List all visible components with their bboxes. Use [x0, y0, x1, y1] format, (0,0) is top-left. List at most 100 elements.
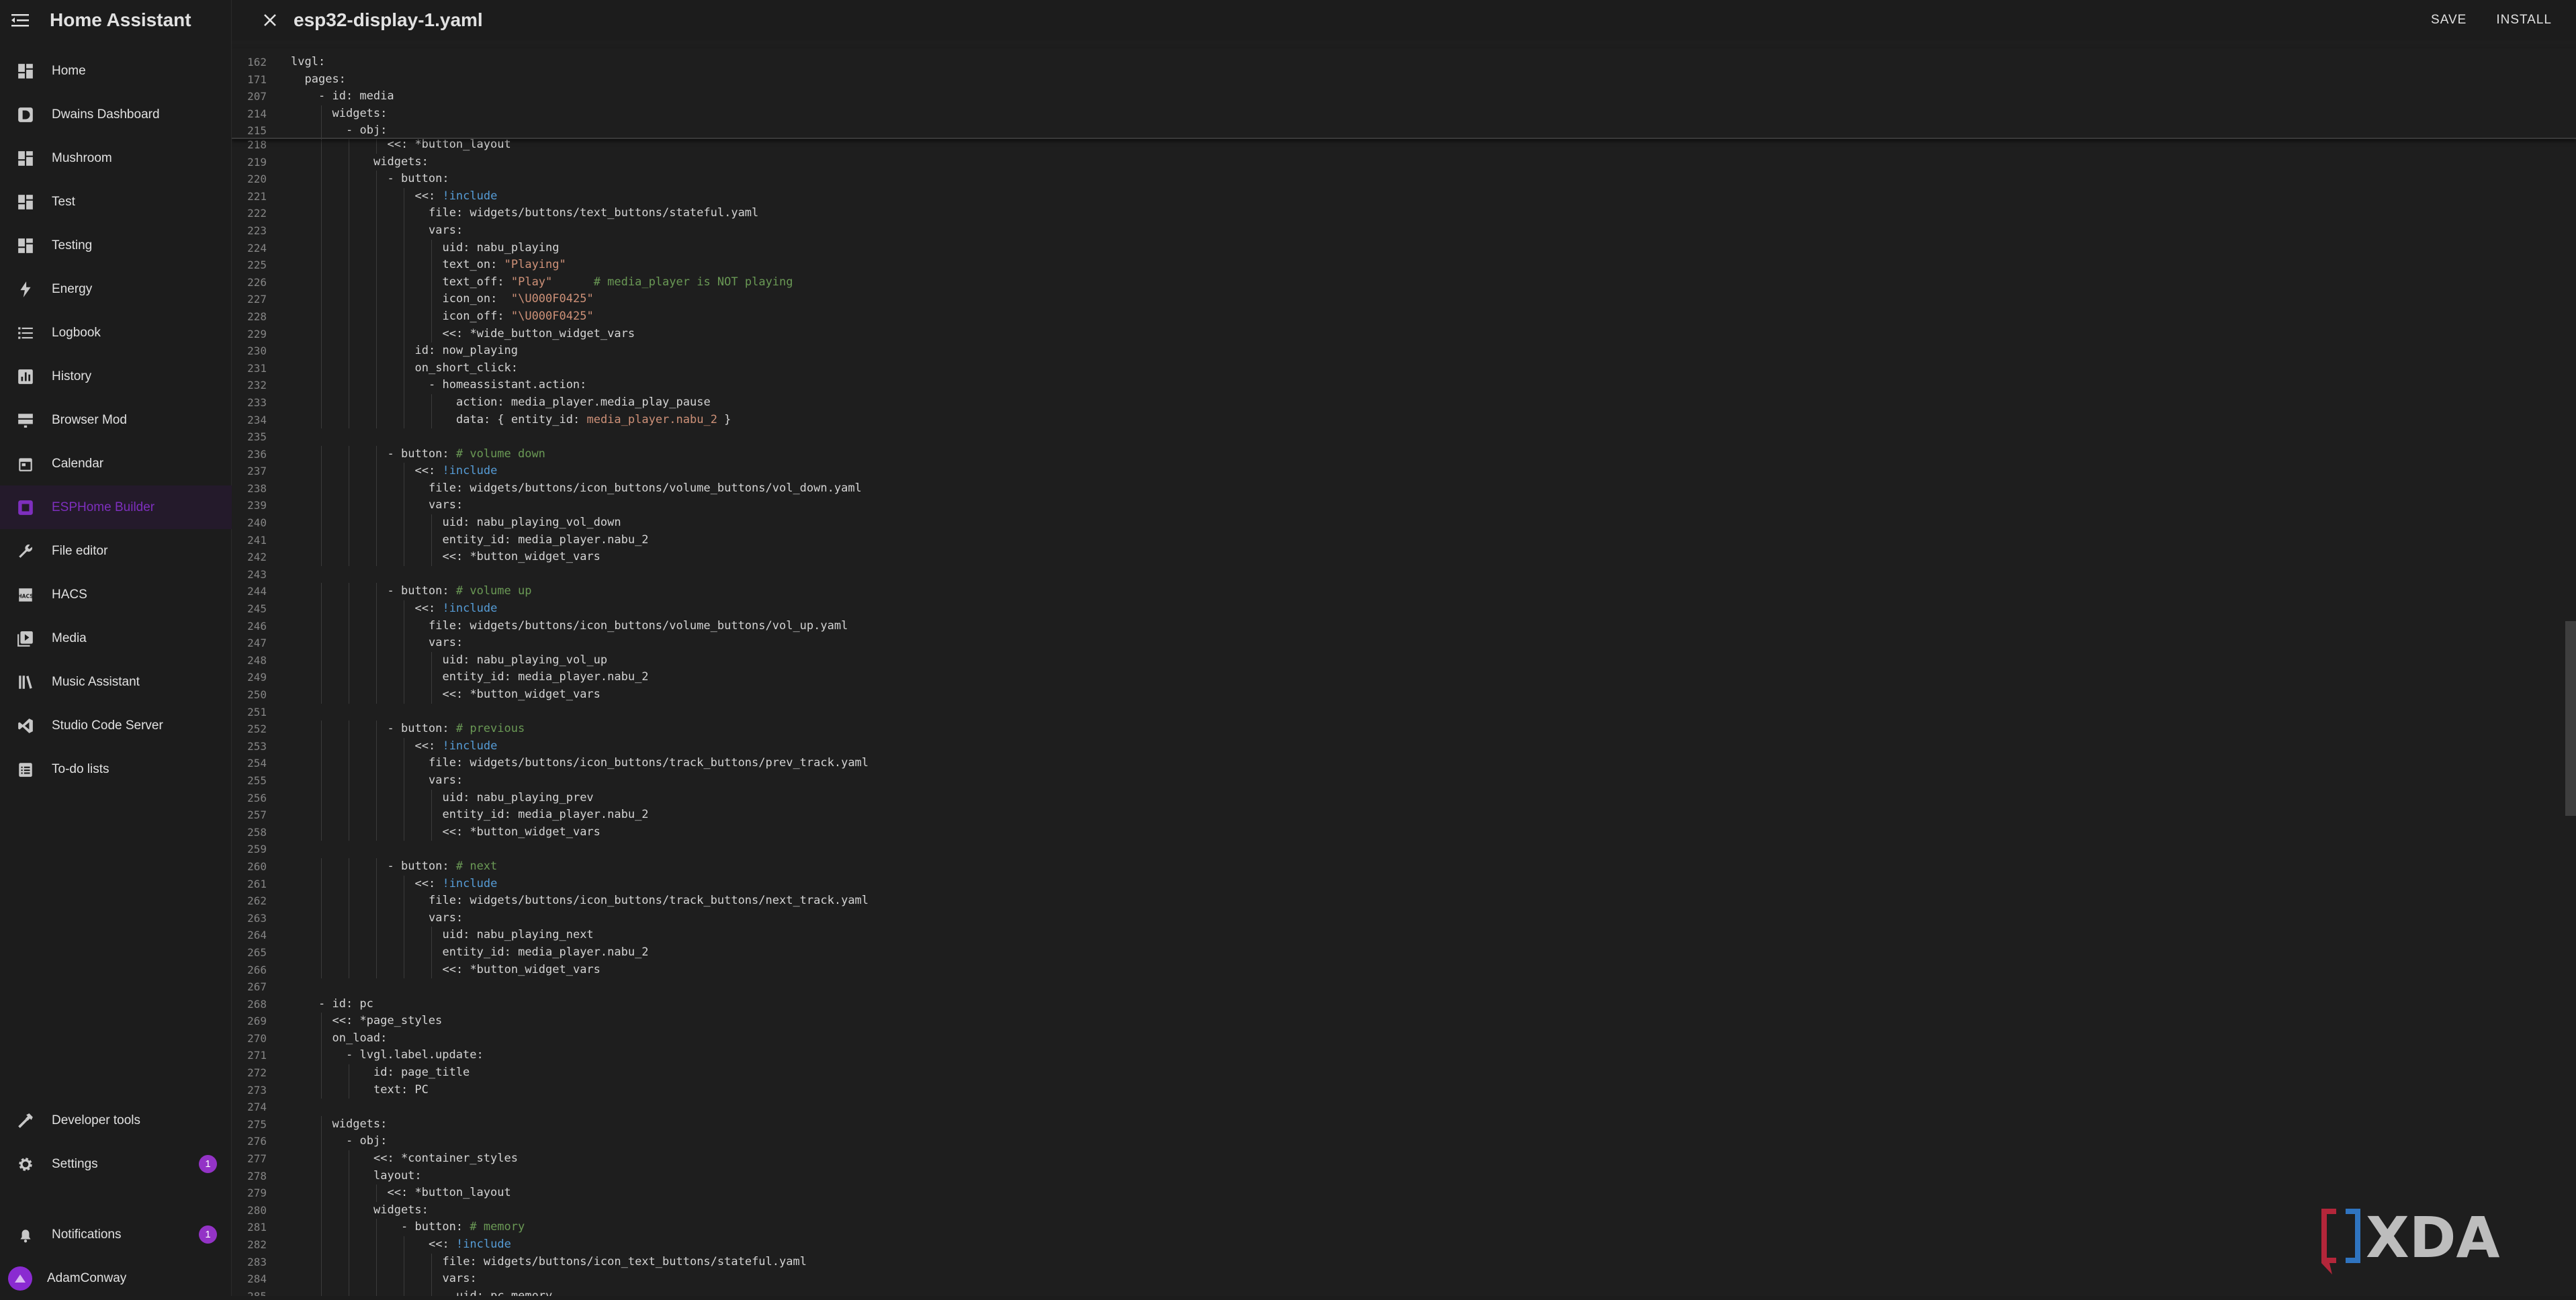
code-line[interactable]: 234 data: { entity_id: media_player.nabu_…: [232, 411, 2576, 429]
code-line[interactable]: 224 uid: nabu_playing: [232, 239, 2576, 257]
sidebar-item-media[interactable]: Media: [0, 616, 232, 660]
sidebar-item-energy[interactable]: Energy: [0, 267, 232, 311]
code-line[interactable]: 275 widgets:: [232, 1115, 2576, 1133]
code-line[interactable]: 242 <<: *button_widget_vars: [232, 549, 2576, 566]
code-line[interactable]: 238 file: widgets/buttons/icon_buttons/vo…: [232, 479, 2576, 498]
code-line[interactable]: 254 file: widgets/buttons/icon_buttons/tr…: [232, 755, 2576, 772]
code-line[interactable]: 222 file: widgets/buttons/text_buttons/st…: [232, 205, 2576, 222]
code-line[interactable]: 236 - button: # volume down: [232, 445, 2576, 463]
line-number: 282: [247, 1238, 267, 1251]
sidebar-item-mushroom[interactable]: Mushroom: [0, 136, 232, 180]
sidebar-item-music-assistant[interactable]: Music Assistant: [0, 660, 232, 704]
code-line[interactable]: 268 - id: pc: [232, 996, 2576, 1013]
code-line[interactable]: 261 <<: !include: [232, 875, 2576, 893]
code-line[interactable]: 237 <<: !include: [232, 463, 2576, 480]
code-line[interactable]: 225 text_on: "Playing": [232, 257, 2576, 274]
sidebar-item-notifications[interactable]: Notifications 1: [0, 1213, 232, 1256]
install-button[interactable]: INSTALL: [2496, 13, 2552, 28]
code-line[interactable]: 227 icon_on: "\U000F0425": [232, 291, 2576, 308]
sidebar-item-testing[interactable]: Testing: [0, 224, 232, 267]
sidebar-item-test[interactable]: Test: [0, 180, 232, 224]
code-line[interactable]: 256 uid: nabu_playing_prev: [232, 789, 2576, 807]
menu-open-icon[interactable]: [0, 12, 40, 28]
code-line[interactable]: 255 vars:: [232, 772, 2576, 790]
code-line[interactable]: 259: [232, 841, 2576, 858]
code-line[interactable]: 240 uid: nabu_playing_vol_down: [232, 514, 2576, 532]
code-line[interactable]: 274: [232, 1099, 2576, 1116]
sidebar-item-browser-mod[interactable]: Browser Mod: [0, 398, 232, 442]
sidebar-item-logbook[interactable]: Logbook: [0, 311, 232, 355]
code-line[interactable]: 284 vars:: [232, 1270, 2576, 1288]
code-line[interactable]: 280 widgets:: [232, 1201, 2576, 1219]
code-line[interactable]: 260 - button: # next: [232, 857, 2576, 876]
code-line[interactable]: 252 - button: # previous: [232, 721, 2576, 738]
code-line[interactable]: 230 id: now_playing: [232, 342, 2576, 360]
code-line[interactable]: 247 vars:: [232, 635, 2576, 652]
code-line[interactable]: 283 file: widgets/buttons/icon_text_butto…: [232, 1253, 2576, 1271]
sidebar-item-label: History: [52, 369, 92, 383]
code-line[interactable]: 244 - button: # volume up: [232, 583, 2576, 601]
code-line[interactable]: 219 widgets:: [232, 153, 2576, 171]
code-line[interactable]: 262 file: widgets/buttons/icon_buttons/tr…: [232, 892, 2576, 910]
code-line[interactable]: 273 text: PC: [232, 1081, 2576, 1099]
code-editor[interactable]: 162 lvgl: 171 pages: 207 - id: media 214 widget…: [232, 40, 2576, 1296]
code-line[interactable]: 253 <<: !include: [232, 737, 2576, 755]
code-line[interactable]: 231 on_short_click:: [232, 359, 2576, 377]
sidebar-item-history[interactable]: History: [0, 355, 232, 398]
sticky-scroll-header[interactable]: 162 lvgl: 171 pages: 207 - id: media 214 widget…: [232, 48, 2576, 140]
code-line[interactable]: 282 <<: !include: [232, 1236, 2576, 1254]
code-line[interactable]: 250 <<: *button_widget_vars: [232, 686, 2576, 704]
code-line[interactable]: 279 <<: *button_layout: [232, 1185, 2576, 1202]
code-line[interactable]: 245 <<: !include: [232, 600, 2576, 618]
editor-scrollbar[interactable]: [2565, 40, 2576, 1296]
sidebar-item-calendar[interactable]: Calendar: [0, 442, 232, 485]
code-line[interactable]: 270 on_load:: [232, 1029, 2576, 1048]
sidebar-item-dwains-dashboard[interactable]: Dwains Dashboard: [0, 93, 232, 136]
sidebar-item-profile[interactable]: AdamConway: [0, 1256, 232, 1300]
code-line[interactable]: 228 icon_off: "\U000F0425": [232, 308, 2576, 326]
code-line[interactable]: 258 <<: *button_widget_vars: [232, 823, 2576, 841]
code-line[interactable]: 281 - button: # memory: [232, 1219, 2576, 1236]
code-line[interactable]: 272 id: page_title: [232, 1064, 2576, 1082]
code-line[interactable]: 251: [232, 704, 2576, 721]
sidebar-item-studio-code-server[interactable]: Studio Code Server: [0, 704, 232, 747]
close-button[interactable]: [259, 9, 281, 32]
code-line[interactable]: 220 - button:: [232, 171, 2576, 188]
code-line[interactable]: 232 - homeassistant.action:: [232, 377, 2576, 394]
code-line[interactable]: 248 uid: nabu_playing_vol_up: [232, 651, 2576, 669]
line-number: 283: [247, 1255, 267, 1268]
code-line[interactable]: 221 <<: !include: [232, 187, 2576, 205]
sidebar-item-settings[interactable]: Settings 1: [0, 1142, 232, 1186]
code-line[interactable]: 257 entity_id: media_player.nabu_2: [232, 806, 2576, 824]
code-line[interactable]: 239 vars:: [232, 497, 2576, 515]
code-line[interactable]: 269 <<: *page_styles: [232, 1013, 2576, 1030]
code-line[interactable]: 241 entity_id: media_player.nabu_2: [232, 531, 2576, 549]
sidebar-item-esphome-builder[interactable]: ESPHome Builder: [0, 485, 232, 529]
code-line[interactable]: 229 <<: *wide_button_widget_vars: [232, 325, 2576, 343]
code-line[interactable]: 249 entity_id: media_player.nabu_2: [232, 669, 2576, 686]
scrollbar-thumb[interactable]: [2565, 621, 2576, 816]
code-line[interactable]: 235: [232, 428, 2576, 446]
code-line[interactable]: 267: [232, 978, 2576, 996]
code-line[interactable]: 271 - lvgl.label.update:: [232, 1047, 2576, 1065]
line-number: 162: [247, 56, 267, 68]
code-line[interactable]: 266 <<: *button_widget_vars: [232, 961, 2576, 979]
code-line[interactable]: 246 file: widgets/buttons/icon_buttons/vo…: [232, 617, 2576, 635]
code-line[interactable]: 285 uid: pc_memory: [232, 1287, 2576, 1296]
save-button[interactable]: SAVE: [2431, 13, 2467, 28]
code-line[interactable]: 276 - obj:: [232, 1133, 2576, 1151]
sidebar-item-home[interactable]: Home: [0, 49, 232, 93]
code-line[interactable]: 277 <<: *container_styles: [232, 1150, 2576, 1168]
code-line[interactable]: 233 action: media_player.media_play_pause: [232, 393, 2576, 412]
sidebar-item-hacs[interactable]: HACS HACS: [0, 573, 232, 616]
code-line[interactable]: 264 uid: nabu_playing_next: [232, 927, 2576, 944]
sidebar-item-file-editor[interactable]: File editor: [0, 529, 232, 573]
code-line[interactable]: 223 vars:: [232, 222, 2576, 240]
code-line[interactable]: 263 vars:: [232, 909, 2576, 927]
code-line[interactable]: 265 entity_id: media_player.nabu_2: [232, 943, 2576, 962]
code-line[interactable]: 226 text_off: "Play" # media_player is NO…: [232, 273, 2576, 291]
code-line[interactable]: 278 layout:: [232, 1167, 2576, 1185]
sidebar-item-to-do-lists[interactable]: To-do lists: [0, 747, 232, 791]
sidebar-item-developer-tools[interactable]: Developer tools: [0, 1099, 232, 1142]
code-line[interactable]: 243: [232, 566, 2576, 584]
